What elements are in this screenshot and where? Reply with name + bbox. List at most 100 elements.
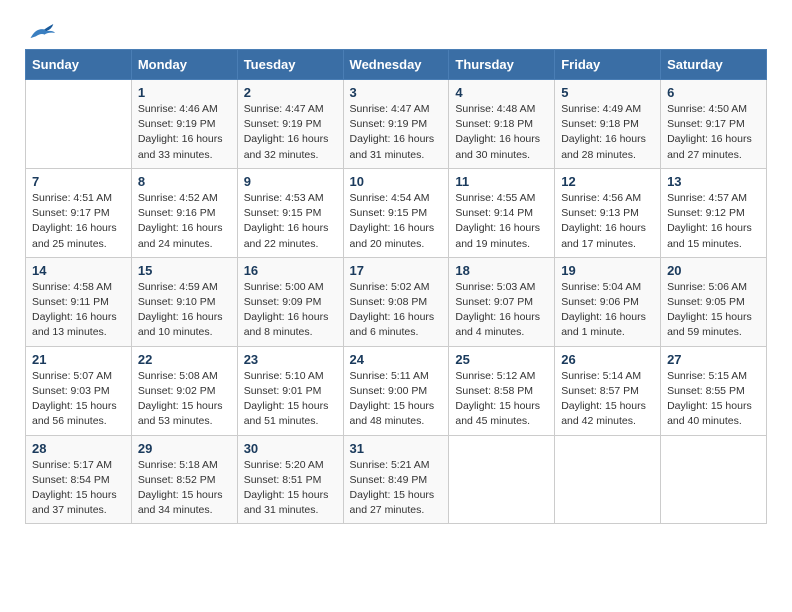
day-info: Sunrise: 5:10 AM Sunset: 9:01 PM Dayligh… xyxy=(244,369,337,430)
calendar-cell: 6 Sunrise: 4:50 AM Sunset: 9:17 PM Daylig… xyxy=(661,80,767,169)
day-info: Sunrise: 5:04 AM Sunset: 9:06 PM Dayligh… xyxy=(561,280,654,341)
day-number: 10 xyxy=(350,174,443,189)
day-info: Sunrise: 5:08 AM Sunset: 9:02 PM Dayligh… xyxy=(138,369,231,430)
calendar-cell: 15 Sunrise: 4:59 AM Sunset: 9:10 PM Dayli… xyxy=(131,257,237,346)
calendar-cell: 7Sunrise: 4:51 AM Sunset: 9:17 PM Daylig… xyxy=(26,168,132,257)
calendar-cell xyxy=(661,435,767,524)
calendar-cell: 21Sunrise: 5:07 AM Sunset: 9:03 PM Dayli… xyxy=(26,346,132,435)
calendar-cell: 27 Sunrise: 5:15 AM Sunset: 8:55 PM Dayli… xyxy=(661,346,767,435)
day-number: 8 xyxy=(138,174,231,189)
day-info: Sunrise: 4:57 AM Sunset: 9:12 PM Dayligh… xyxy=(667,191,760,252)
calendar-cell: 31 Sunrise: 5:21 AM Sunset: 8:49 PM Dayli… xyxy=(343,435,449,524)
calendar-cell: 14 Sunrise: 4:58 AM Sunset: 9:11 PM Dayli… xyxy=(26,257,132,346)
day-number: 15 xyxy=(138,263,231,278)
calendar-cell: 29Sunrise: 5:18 AM Sunset: 8:52 PM Dayli… xyxy=(131,435,237,524)
calendar-cell: 26Sunrise: 5:14 AM Sunset: 8:57 PM Dayli… xyxy=(555,346,661,435)
logo-bird-icon xyxy=(27,20,55,44)
day-number: 12 xyxy=(561,174,654,189)
calendar-cell: 12 Sunrise: 4:56 AM Sunset: 9:13 PM Dayli… xyxy=(555,168,661,257)
day-info: Sunrise: 4:58 AM Sunset: 9:11 PM Dayligh… xyxy=(32,280,125,341)
day-info: Sunrise: 5:12 AM Sunset: 8:58 PM Dayligh… xyxy=(455,369,548,430)
day-info: Sunrise: 4:59 AM Sunset: 9:10 PM Dayligh… xyxy=(138,280,231,341)
day-number: 13 xyxy=(667,174,760,189)
day-number: 28 xyxy=(32,441,125,456)
weekday-header-friday: Friday xyxy=(555,50,661,80)
day-number: 18 xyxy=(455,263,548,278)
weekday-header-row: SundayMondayTuesdayWednesdayThursdayFrid… xyxy=(26,50,767,80)
day-info: Sunrise: 4:51 AM Sunset: 9:17 PM Dayligh… xyxy=(32,191,125,252)
day-info: Sunrise: 5:17 AM Sunset: 8:54 PM Dayligh… xyxy=(32,458,125,519)
calendar-week-row: 28 Sunrise: 5:17 AM Sunset: 8:54 PM Dayli… xyxy=(26,435,767,524)
weekday-header-wednesday: Wednesday xyxy=(343,50,449,80)
calendar-cell: 5 Sunrise: 4:49 AM Sunset: 9:18 PM Daylig… xyxy=(555,80,661,169)
day-number: 26 xyxy=(561,352,654,367)
day-number: 24 xyxy=(350,352,443,367)
day-number: 11 xyxy=(455,174,548,189)
calendar-cell: 22 Sunrise: 5:08 AM Sunset: 9:02 PM Dayli… xyxy=(131,346,237,435)
day-number: 9 xyxy=(244,174,337,189)
calendar-cell: 10 Sunrise: 4:54 AM Sunset: 9:15 PM Dayli… xyxy=(343,168,449,257)
weekday-header-sunday: Sunday xyxy=(26,50,132,80)
logo xyxy=(25,20,55,41)
calendar-week-row: 21Sunrise: 5:07 AM Sunset: 9:03 PM Dayli… xyxy=(26,346,767,435)
weekday-header-saturday: Saturday xyxy=(661,50,767,80)
calendar-cell: 25 Sunrise: 5:12 AM Sunset: 8:58 PM Dayli… xyxy=(449,346,555,435)
day-number: 31 xyxy=(350,441,443,456)
calendar-cell: 20 Sunrise: 5:06 AM Sunset: 9:05 PM Dayli… xyxy=(661,257,767,346)
weekday-header-tuesday: Tuesday xyxy=(237,50,343,80)
weekday-header-thursday: Thursday xyxy=(449,50,555,80)
day-info: Sunrise: 4:49 AM Sunset: 9:18 PM Dayligh… xyxy=(561,102,654,163)
day-number: 3 xyxy=(350,85,443,100)
day-info: Sunrise: 5:18 AM Sunset: 8:52 PM Dayligh… xyxy=(138,458,231,519)
calendar-cell xyxy=(555,435,661,524)
day-info: Sunrise: 4:52 AM Sunset: 9:16 PM Dayligh… xyxy=(138,191,231,252)
day-info: Sunrise: 5:21 AM Sunset: 8:49 PM Dayligh… xyxy=(350,458,443,519)
calendar-week-row: 14 Sunrise: 4:58 AM Sunset: 9:11 PM Dayli… xyxy=(26,257,767,346)
calendar-cell xyxy=(449,435,555,524)
weekday-header-monday: Monday xyxy=(131,50,237,80)
calendar-cell: 8 Sunrise: 4:52 AM Sunset: 9:16 PM Daylig… xyxy=(131,168,237,257)
day-info: Sunrise: 5:07 AM Sunset: 9:03 PM Dayligh… xyxy=(32,369,125,430)
day-info: Sunrise: 4:47 AM Sunset: 9:19 PM Dayligh… xyxy=(244,102,337,163)
day-info: Sunrise: 4:46 AM Sunset: 9:19 PM Dayligh… xyxy=(138,102,231,163)
day-info: Sunrise: 4:53 AM Sunset: 9:15 PM Dayligh… xyxy=(244,191,337,252)
day-info: Sunrise: 5:11 AM Sunset: 9:00 PM Dayligh… xyxy=(350,369,443,430)
calendar-cell: 30 Sunrise: 5:20 AM Sunset: 8:51 PM Dayli… xyxy=(237,435,343,524)
calendar-cell: 2 Sunrise: 4:47 AM Sunset: 9:19 PM Daylig… xyxy=(237,80,343,169)
calendar-cell: 11 Sunrise: 4:55 AM Sunset: 9:14 PM Dayli… xyxy=(449,168,555,257)
day-number: 6 xyxy=(667,85,760,100)
day-number: 20 xyxy=(667,263,760,278)
day-info: Sunrise: 4:56 AM Sunset: 9:13 PM Dayligh… xyxy=(561,191,654,252)
day-info: Sunrise: 4:50 AM Sunset: 9:17 PM Dayligh… xyxy=(667,102,760,163)
day-number: 22 xyxy=(138,352,231,367)
day-number: 23 xyxy=(244,352,337,367)
day-info: Sunrise: 4:55 AM Sunset: 9:14 PM Dayligh… xyxy=(455,191,548,252)
day-number: 4 xyxy=(455,85,548,100)
calendar-cell: 13 Sunrise: 4:57 AM Sunset: 9:12 PM Dayli… xyxy=(661,168,767,257)
day-info: Sunrise: 5:15 AM Sunset: 8:55 PM Dayligh… xyxy=(667,369,760,430)
calendar-cell: 4 Sunrise: 4:48 AM Sunset: 9:18 PM Daylig… xyxy=(449,80,555,169)
day-number: 14 xyxy=(32,263,125,278)
calendar-cell: 18 Sunrise: 5:03 AM Sunset: 9:07 PM Dayli… xyxy=(449,257,555,346)
day-number: 5 xyxy=(561,85,654,100)
day-info: Sunrise: 5:20 AM Sunset: 8:51 PM Dayligh… xyxy=(244,458,337,519)
day-number: 25 xyxy=(455,352,548,367)
day-number: 30 xyxy=(244,441,337,456)
day-number: 27 xyxy=(667,352,760,367)
calendar-week-row: 1Sunrise: 4:46 AM Sunset: 9:19 PM Daylig… xyxy=(26,80,767,169)
calendar-cell: 9 Sunrise: 4:53 AM Sunset: 9:15 PM Daylig… xyxy=(237,168,343,257)
calendar-cell xyxy=(26,80,132,169)
day-info: Sunrise: 4:54 AM Sunset: 9:15 PM Dayligh… xyxy=(350,191,443,252)
day-info: Sunrise: 5:06 AM Sunset: 9:05 PM Dayligh… xyxy=(667,280,760,341)
calendar-cell: 28 Sunrise: 5:17 AM Sunset: 8:54 PM Dayli… xyxy=(26,435,132,524)
day-number: 16 xyxy=(244,263,337,278)
calendar-cell: 3 Sunrise: 4:47 AM Sunset: 9:19 PM Daylig… xyxy=(343,80,449,169)
calendar-cell: 23 Sunrise: 5:10 AM Sunset: 9:01 PM Dayli… xyxy=(237,346,343,435)
day-number: 2 xyxy=(244,85,337,100)
day-info: Sunrise: 4:47 AM Sunset: 9:19 PM Dayligh… xyxy=(350,102,443,163)
day-info: Sunrise: 4:48 AM Sunset: 9:18 PM Dayligh… xyxy=(455,102,548,163)
calendar-cell: 19 Sunrise: 5:04 AM Sunset: 9:06 PM Dayli… xyxy=(555,257,661,346)
day-number: 19 xyxy=(561,263,654,278)
day-info: Sunrise: 5:03 AM Sunset: 9:07 PM Dayligh… xyxy=(455,280,548,341)
calendar-cell: 16Sunrise: 5:00 AM Sunset: 9:09 PM Dayli… xyxy=(237,257,343,346)
